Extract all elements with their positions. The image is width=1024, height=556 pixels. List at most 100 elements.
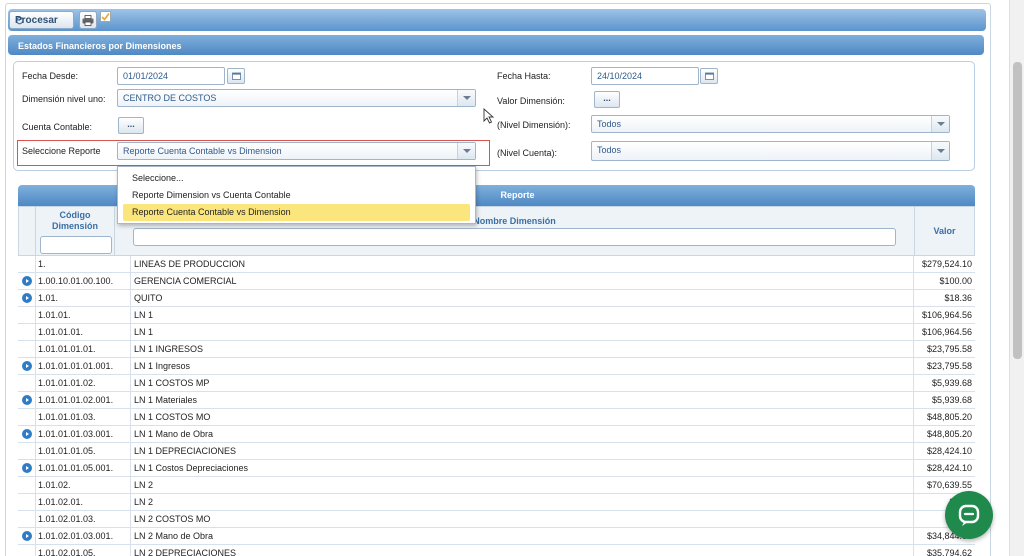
check-icon[interactable]	[100, 11, 111, 22]
expand-cell[interactable]	[18, 459, 36, 477]
expand-cell	[18, 510, 36, 528]
expand-arrow-icon[interactable]	[21, 276, 32, 286]
codigo-cell: 1.01.01.01.01.	[36, 340, 131, 358]
nivel-cuenta-label: (Nivel Cuenta):	[497, 148, 558, 158]
table-row[interactable]: 1.01.02.01.05. LN 2 DEPRECIACIONES $35,794…	[18, 544, 975, 556]
table-row[interactable]: 1.01.01.01. LN 1 $106,964.56	[18, 323, 975, 341]
nombre-cell: LN 1	[131, 323, 914, 341]
expand-cell[interactable]	[18, 425, 36, 443]
table-row[interactable]: 1.01.01. LN 1 $106,964.56	[18, 306, 975, 324]
expand-cell	[18, 476, 36, 494]
seleccione-reporte-select[interactable]: Reporte Cuenta Contable vs Dimension	[117, 142, 476, 160]
nombre-cell: LN 2 COSTOS MO	[131, 510, 914, 528]
valor-dimension-button[interactable]: ...	[594, 91, 620, 108]
table-row[interactable]: 1.01.01.01.03. LN 1 COSTOS MO $48,805.20	[18, 408, 975, 426]
page: Procesar Estados Financieros por Dimensi…	[0, 0, 1024, 556]
icon-column-header	[18, 206, 36, 256]
table-row[interactable]: 1.01. QUITO $18.36	[18, 289, 975, 307]
fecha-hasta-label: Fecha Hasta:	[497, 71, 551, 81]
chevron-down-icon	[931, 142, 949, 160]
nivel-cuenta-select[interactable]: Todos	[591, 141, 950, 161]
nombre-cell: LINEAS DE PRODUCCION	[131, 255, 914, 273]
section-title: Estados Financieros por Dimensiones	[8, 35, 984, 55]
nombre-cell: LN 1 Ingresos	[131, 357, 914, 375]
table-row[interactable]: 1.01.02.01.03.001. LN 2 Mano de Obra $34,8…	[18, 527, 975, 545]
table-row[interactable]: 1.01.01.01.02.001. LN 1 Materiales $5,939.…	[18, 391, 975, 409]
cuenta-contable-label: Cuenta Contable:	[22, 122, 93, 132]
dropdown-option-selected[interactable]: Reporte Cuenta Contable vs Dimension	[123, 204, 470, 221]
table-row[interactable]: 1.01.01.01.02. LN 1 COSTOS MP $5,939.68	[18, 374, 975, 392]
mouse-cursor-icon	[483, 108, 495, 124]
table-row[interactable]: 1.01.01.01.03.001. LN 1 Mano de Obra $48,8…	[18, 425, 975, 443]
expand-arrow-icon[interactable]	[21, 429, 32, 439]
vertical-scrollbar[interactable]	[1009, 0, 1024, 556]
codigo-cell: 1.01.01.01.02.	[36, 374, 131, 392]
procesar-button[interactable]: Procesar	[9, 11, 74, 29]
fecha-hasta-calendar-button[interactable]	[700, 68, 718, 84]
table-row[interactable]: 1.01.02.01.03.LN 2 COSTOS MO$34,8	[18, 510, 975, 528]
chat-button[interactable]	[945, 491, 993, 539]
codigo-cell: 1.00.10.01.00.100.	[36, 272, 131, 290]
print-button[interactable]	[79, 11, 97, 29]
codigo-cell: 1.01.01.	[36, 306, 131, 324]
codigo-cell: 1.01.02.01.05.	[36, 544, 131, 556]
nombre-cell: LN 2 DEPRECIACIONES	[131, 544, 914, 556]
codigo-cell: 1.01.01.01.	[36, 323, 131, 341]
table-row[interactable]: 1.01.01.01.05. LN 1 DEPRECIACIONES $28,424…	[18, 442, 975, 460]
expand-cell	[18, 408, 36, 426]
expand-cell	[18, 374, 36, 392]
chevron-down-icon	[457, 90, 475, 106]
report-rows: 1. LINEAS DE PRODUCCION $279,524.10 1.00.10…	[18, 255, 975, 556]
dropdown-option[interactable]: Seleccione...	[123, 170, 470, 187]
expand-arrow-icon[interactable]	[21, 531, 32, 541]
chevron-down-icon	[457, 143, 475, 159]
expand-arrow-icon[interactable]	[21, 293, 32, 303]
valor-cell: $279,524.10	[921, 258, 972, 269]
expand-cell[interactable]	[18, 391, 36, 409]
table-row[interactable]: 1.00.10.01.00.100. GERENCIA COMERCIAL $100…	[18, 272, 975, 290]
fecha-desde-label: Fecha Desde:	[22, 71, 79, 81]
valor-cell: $23,795.58	[926, 360, 972, 371]
nombre-cell: GERENCIA COMERCIAL	[131, 272, 914, 290]
table-row[interactable]: 1.01.02. LN 2 $70,639.55	[18, 476, 975, 494]
dimension-select-value: CENTRO DE COSTOS	[123, 93, 217, 103]
expand-cell[interactable]	[18, 289, 36, 307]
expand-cell	[18, 442, 36, 460]
valor-column-header[interactable]: Valor	[914, 206, 975, 256]
codigo-cell: 1.01.01.01.05.	[36, 442, 131, 460]
dropdown-option[interactable]: Reporte Dimension vs Cuenta Contable	[123, 187, 470, 204]
table-row[interactable]: 1.01.01.01.01. LN 1 INGRESOS $23,795.58	[18, 340, 975, 358]
codigo-cell: 1.01.02.01.03.	[36, 510, 131, 528]
codigo-filter-input[interactable]	[40, 236, 112, 254]
nombre-cell: LN 1 INGRESOS	[131, 340, 914, 358]
seleccione-reporte-label: Seleccione Reporte	[22, 146, 101, 156]
cuenta-contable-button[interactable]: ...	[118, 117, 144, 134]
calendar-icon	[704, 72, 714, 80]
table-row[interactable]: 1.01.02.01.LN 2$70,6	[18, 493, 975, 511]
table-row[interactable]: 1.01.01.01.05.001. LN 1 Costos Depreciaci…	[18, 459, 975, 477]
expand-cell	[18, 544, 36, 556]
table-row[interactable]: 1.01.01.01.01.001. LN 1 Ingresos $23,795.5…	[18, 357, 975, 375]
valor-column-title: Valor	[933, 226, 956, 236]
table-row[interactable]: 1. LINEAS DE PRODUCCION $279,524.10	[18, 255, 975, 273]
fecha-desde-input[interactable]: 01/01/2024	[117, 67, 225, 85]
nivel-dimension-select[interactable]: Todos	[591, 115, 950, 133]
nombre-filter-input[interactable]	[133, 228, 896, 246]
expand-cell	[18, 255, 36, 273]
expand-arrow-icon[interactable]	[21, 463, 32, 473]
procesar-label: Procesar	[15, 14, 58, 26]
nombre-cell: LN 1	[131, 306, 914, 324]
valor-cell: $5,939.68	[931, 377, 972, 388]
fecha-desde-calendar-button[interactable]	[227, 68, 245, 84]
expand-cell[interactable]	[18, 527, 36, 545]
fecha-hasta-input[interactable]: 24/10/2024	[591, 67, 699, 85]
expand-cell	[18, 340, 36, 358]
expand-arrow-icon[interactable]	[21, 395, 32, 405]
chevron-down-icon	[931, 116, 949, 132]
expand-arrow-icon[interactable]	[21, 361, 32, 371]
scrollbar-thumb[interactable]	[1013, 62, 1022, 359]
nombre-cell: LN 1 DEPRECIACIONES	[131, 442, 914, 460]
expand-cell[interactable]	[18, 272, 36, 290]
dimension-select[interactable]: CENTRO DE COSTOS	[117, 89, 476, 107]
expand-cell[interactable]	[18, 357, 36, 375]
